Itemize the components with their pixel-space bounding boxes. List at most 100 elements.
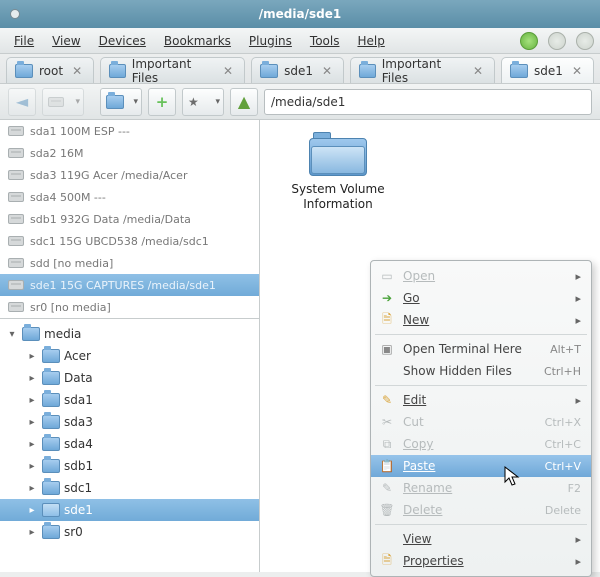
expand-icon[interactable]: ▸	[26, 505, 38, 516]
tree-row-selected[interactable]: ▸ sde1	[0, 499, 259, 521]
menu-view[interactable]: View	[44, 31, 88, 51]
plus-icon: +	[156, 93, 169, 111]
tab-close-icon[interactable]: ✕	[319, 64, 335, 78]
copy-icon: ⧉	[379, 437, 395, 452]
ctx-open[interactable]: ▭Open▸	[371, 265, 591, 287]
ctx-open-terminal[interactable]: ▣Open Terminal HereAlt+T	[371, 338, 591, 360]
file-label-line2: Information	[278, 197, 398, 212]
tree-label: sda3	[64, 415, 93, 429]
folder-icon	[42, 481, 60, 495]
tree-row[interactable]: ▸ sda3	[0, 411, 259, 433]
tab-close-icon[interactable]: ✕	[470, 64, 486, 78]
ctx-go[interactable]: ➔Go▸	[371, 287, 591, 309]
file-item-folder[interactable]: System Volume Information	[278, 132, 398, 212]
menu-tools[interactable]: Tools	[302, 31, 348, 51]
folder-icon	[260, 64, 278, 78]
device-label: sda1 100M ESP ---	[30, 125, 130, 138]
menu-bookmarks[interactable]: Bookmarks	[156, 31, 239, 51]
folder-icon	[42, 349, 60, 363]
ctx-show-hidden[interactable]: Show Hidden FilesCtrl+H	[371, 360, 591, 382]
go-up-button[interactable]: ▲	[230, 88, 258, 116]
folder-icon	[109, 64, 126, 78]
device-row[interactable]: sda4 500M ---	[0, 186, 259, 208]
tab-sde1-active[interactable]: sde1 ✕	[501, 57, 594, 83]
device-row[interactable]: sr0 [no media]	[0, 296, 259, 318]
tree-label: sr0	[64, 525, 83, 539]
tree-row[interactable]: ▾media	[0, 323, 259, 345]
expand-icon[interactable]: ▸	[26, 351, 38, 362]
menu-file[interactable]: File	[6, 31, 42, 51]
tab-close-icon[interactable]: ✕	[569, 64, 585, 78]
folder-icon	[15, 64, 33, 78]
ctx-delete[interactable]: 🗑DeleteDelete	[371, 499, 591, 521]
tree-label: sde1	[64, 503, 93, 517]
disk-icon	[48, 97, 64, 107]
status-dot-icon[interactable]	[548, 32, 566, 50]
expand-icon[interactable]: ▸	[26, 461, 38, 472]
tree-row[interactable]: ▸sdb1	[0, 455, 259, 477]
nav-back-button[interactable]: ◄	[8, 88, 36, 116]
menu-plugins[interactable]: Plugins	[241, 31, 300, 51]
ctx-paste[interactable]: 📋PasteCtrl+V	[371, 455, 591, 477]
expand-icon[interactable]: ▸	[26, 373, 38, 384]
menu-devices[interactable]: Devices	[91, 31, 154, 51]
device-row[interactable]: sda3 119G Acer /media/Acer	[0, 164, 259, 186]
bookmarks-button[interactable]: ★▾	[182, 88, 224, 116]
device-row[interactable]: sdc1 15G UBCD538 /media/sdc1	[0, 230, 259, 252]
expand-icon[interactable]: ▸	[26, 527, 38, 538]
tab-sde1-1[interactable]: sde1 ✕	[251, 57, 344, 83]
tree-row[interactable]: ▸sdc1	[0, 477, 259, 499]
ctx-rename[interactable]: ✎RenameF2	[371, 477, 591, 499]
disk-icon	[8, 170, 24, 180]
ctx-properties[interactable]: 🗎Properties▸	[371, 550, 591, 572]
expand-icon[interactable]: ▸	[26, 417, 38, 428]
expand-icon[interactable]: ▸	[26, 395, 38, 406]
ctx-copy[interactable]: ⧉CopyCtrl+C	[371, 433, 591, 455]
device-label: sr0 [no media]	[30, 301, 111, 314]
folder-icon	[42, 459, 60, 473]
path-input[interactable]: /media/sde1	[264, 89, 592, 115]
tab-close-icon[interactable]: ✕	[220, 64, 236, 78]
tree-row[interactable]: ▸ sr0	[0, 521, 259, 543]
device-row[interactable]: sdb1 932G Data /media/Data	[0, 208, 259, 230]
device-label: sda2 16M	[30, 147, 83, 160]
folder-icon	[42, 525, 60, 539]
device-label: sdb1 932G Data /media/Data	[30, 213, 191, 226]
ctx-cut[interactable]: ✂CutCtrl+X	[371, 411, 591, 433]
new-tab-button[interactable]: +	[148, 88, 176, 116]
status-dot-icon[interactable]	[576, 32, 594, 50]
status-dot-active-icon[interactable]	[520, 32, 538, 50]
expand-icon[interactable]: ▸	[26, 483, 38, 494]
submenu-icon: ▸	[575, 555, 581, 568]
tree-row[interactable]: ▸ sda1	[0, 389, 259, 411]
home-folder-button[interactable]: ▾	[100, 88, 142, 116]
tree-row[interactable]: ▸ sda4	[0, 433, 259, 455]
device-label: sda3 119G Acer /media/Acer	[30, 169, 187, 182]
tree-row[interactable]: ▸Acer	[0, 345, 259, 367]
tab-close-icon[interactable]: ✕	[69, 64, 85, 78]
device-label: sda4 500M ---	[30, 191, 106, 204]
tree-label: sda4	[64, 437, 93, 451]
collapse-icon[interactable]: ▾	[6, 329, 18, 340]
tree-label: sda1	[64, 393, 93, 407]
drive-button[interactable]: ▾	[42, 88, 84, 116]
new-icon: 🗎	[379, 310, 395, 331]
device-row[interactable]: sdd [no media]	[0, 252, 259, 274]
device-row[interactable]: sda2 16M	[0, 142, 259, 164]
tree-row[interactable]: ▸Data	[0, 367, 259, 389]
ctx-new[interactable]: 🗎New▸	[371, 309, 591, 331]
tab-important-files-1[interactable]: Important Files ✕	[100, 57, 245, 83]
folder-icon	[42, 415, 60, 429]
expand-icon[interactable]: ▸	[26, 439, 38, 450]
tab-root[interactable]: root ✕	[6, 57, 94, 83]
device-row-selected[interactable]: sde1 15G CAPTURES /media/sde1	[0, 274, 259, 296]
ctx-view[interactable]: View▸	[371, 528, 591, 550]
menu-help[interactable]: Help	[349, 31, 392, 51]
ctx-edit[interactable]: ✎Edit▸	[371, 389, 591, 411]
tab-label: sde1	[534, 64, 563, 78]
pin-icon[interactable]	[10, 9, 20, 19]
submenu-icon: ▸	[575, 314, 581, 327]
device-label: sdc1 15G UBCD538 /media/sdc1	[30, 235, 209, 248]
tab-important-files-2[interactable]: Important Files ✕	[350, 57, 495, 83]
device-row[interactable]: sda1 100M ESP ---	[0, 120, 259, 142]
